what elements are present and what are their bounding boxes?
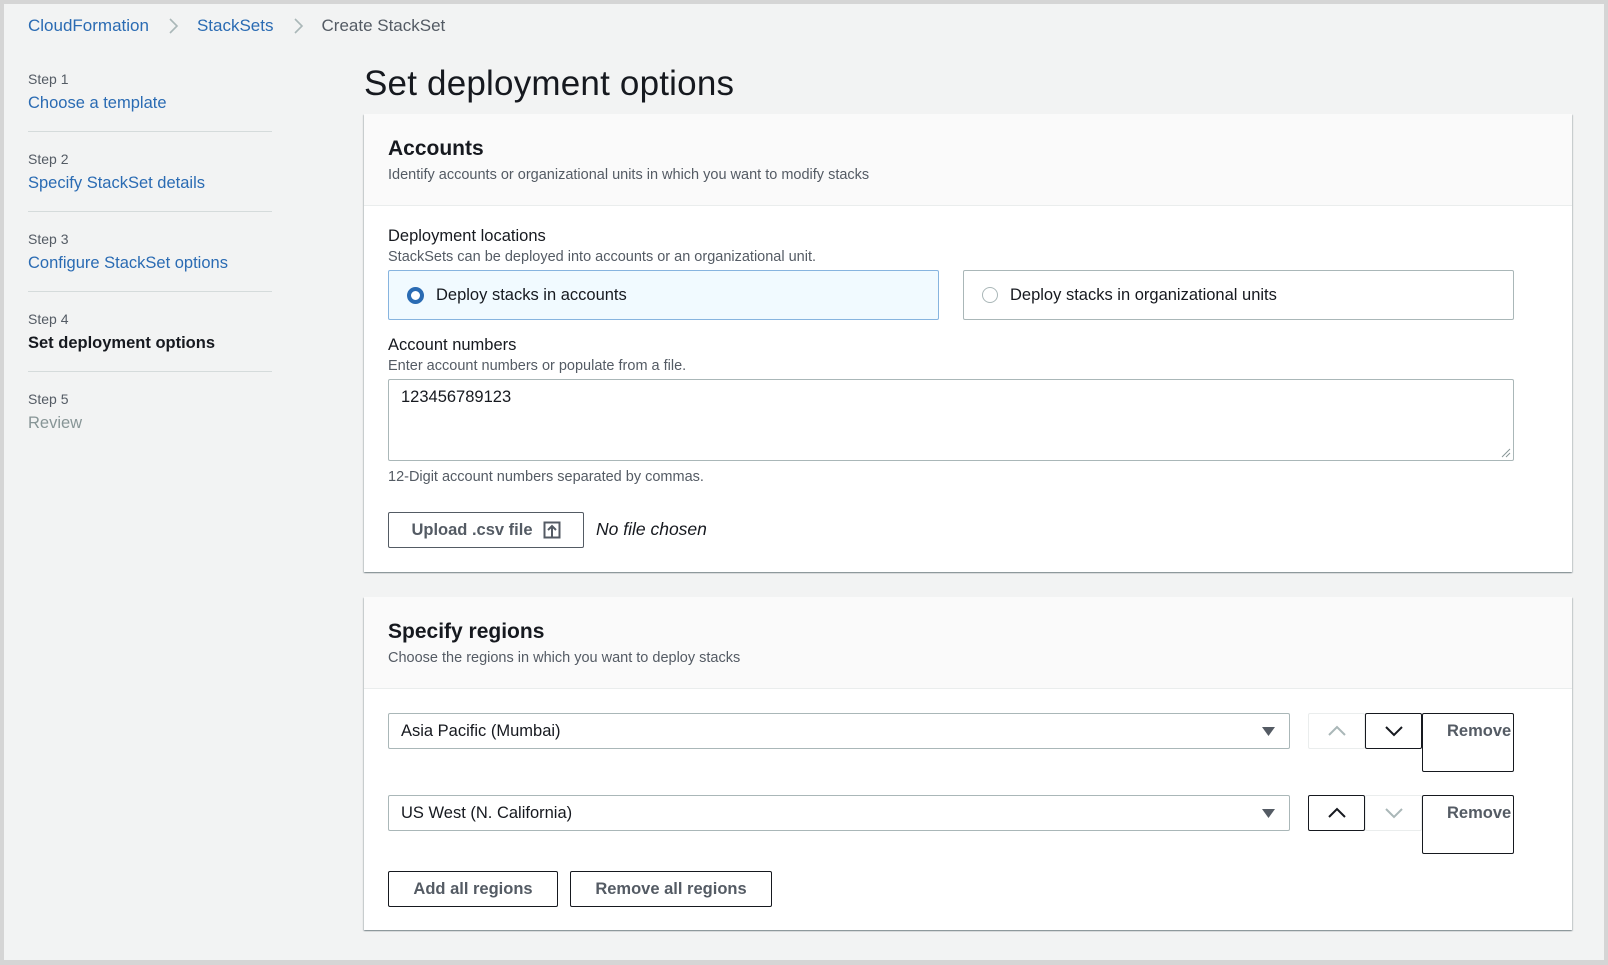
move-up-button[interactable] xyxy=(1308,795,1365,831)
deployment-locations-label: Deployment locations xyxy=(388,227,546,245)
wizard-step-4: Step 4 Set deployment options xyxy=(28,310,272,372)
option-label: Deploy stacks in accounts xyxy=(436,285,627,304)
caret-down-icon xyxy=(1262,809,1275,818)
move-down-button[interactable] xyxy=(1365,713,1422,749)
radio-selected-icon[interactable] xyxy=(407,286,424,304)
remove-all-regions-button[interactable]: Remove all regions xyxy=(570,871,772,907)
move-up-button[interactable] xyxy=(1308,713,1365,749)
region-select-value: US West (N. California) xyxy=(401,803,573,822)
step-number: Step 4 xyxy=(28,311,69,327)
chevron-up-icon xyxy=(1327,807,1346,818)
accounts-panel-body: Deployment locations StackSets can be de… xyxy=(364,206,1572,572)
accounts-title: Accounts xyxy=(388,137,484,160)
account-numbers-value: 123456789123 xyxy=(401,388,512,406)
step-review: Review xyxy=(28,414,83,432)
add-all-regions-button[interactable]: Add all regions xyxy=(388,871,558,907)
step-number: Step 2 xyxy=(28,151,69,167)
wizard-step-3: Step 3 Configure StackSet options xyxy=(28,230,272,292)
regions-panel: Specify regions Choose the regions in wh… xyxy=(364,597,1572,930)
step-link-configure-options[interactable]: Configure StackSet options xyxy=(28,252,272,274)
caret-down-icon xyxy=(1262,727,1275,736)
step-number: Step 5 xyxy=(28,391,69,407)
wizard-steps: Step 1 Choose a template Step 2 Specify … xyxy=(28,70,272,469)
accounts-panel: Accounts Identify accounts or organizati… xyxy=(364,114,1572,572)
step-link-choose-template[interactable]: Choose a template xyxy=(28,92,272,114)
regions-panel-body: Asia Pacific (Mumbai) Remove US West (N.… xyxy=(364,689,1572,930)
remove-region-button[interactable]: Remove xyxy=(1422,713,1514,772)
accounts-panel-header: Accounts Identify accounts or organizati… xyxy=(364,114,1572,206)
option-deploy-in-accounts[interactable]: Deploy stacks in accounts xyxy=(388,270,939,320)
chevron-up-icon xyxy=(1327,725,1346,736)
regions-panel-header: Specify regions Choose the regions in wh… xyxy=(364,597,1572,689)
breadcrumb: CloudFormation StackSets Create StackSet xyxy=(28,16,445,36)
resize-grip-icon[interactable] xyxy=(1501,448,1511,458)
breadcrumb-current: Create StackSet xyxy=(321,16,446,35)
wizard-step-1: Step 1 Choose a template xyxy=(28,70,272,132)
region-select[interactable]: US West (N. California) xyxy=(388,795,1290,831)
chevron-down-icon xyxy=(1384,808,1403,819)
step-current-deployment-options: Set deployment options xyxy=(28,334,216,352)
account-numbers-hint: 12-Digit account numbers separated by co… xyxy=(388,469,704,485)
page-title: Set deployment options xyxy=(364,64,735,103)
chevron-down-icon xyxy=(1384,726,1403,737)
account-numbers-label: Account numbers xyxy=(388,336,517,354)
accounts-description: Identify accounts or organizational unit… xyxy=(388,167,870,183)
step-number: Step 1 xyxy=(28,71,69,87)
account-numbers-textarea[interactable]: 123456789123 xyxy=(388,379,1514,461)
radio-unselected-icon[interactable] xyxy=(982,287,998,303)
page-frame: CloudFormation StackSets Create StackSet… xyxy=(4,4,1604,960)
chevron-right-icon xyxy=(165,16,183,36)
move-down-button[interactable] xyxy=(1365,795,1422,831)
chevron-right-icon xyxy=(290,16,308,36)
upload-csv-button[interactable]: Upload .csv file xyxy=(388,512,584,548)
regions-title: Specify regions xyxy=(388,620,545,643)
account-numbers-description: Enter account numbers or populate from a… xyxy=(388,358,687,374)
wizard-step-2: Step 2 Specify StackSet details xyxy=(28,150,272,212)
upload-csv-label: Upload .csv file xyxy=(411,520,533,539)
step-link-specify-details[interactable]: Specify StackSet details xyxy=(28,172,272,194)
region-select-value: Asia Pacific (Mumbai) xyxy=(401,721,561,740)
file-status: No file chosen xyxy=(596,519,707,539)
breadcrumb-cloudformation[interactable]: CloudFormation xyxy=(28,16,149,36)
deployment-locations-description: StackSets can be deployed into accounts … xyxy=(388,249,817,265)
upload-icon xyxy=(543,521,561,539)
wizard-step-5: Step 5 Review xyxy=(28,390,272,451)
breadcrumb-stacksets[interactable]: StackSets xyxy=(197,16,274,36)
option-deploy-in-org-units[interactable]: Deploy stacks in organizational units xyxy=(963,270,1514,320)
step-number: Step 3 xyxy=(28,231,69,247)
remove-region-button[interactable]: Remove xyxy=(1422,795,1514,854)
option-label: Deploy stacks in organizational units xyxy=(1010,285,1277,304)
regions-description: Choose the regions in which you want to … xyxy=(388,650,741,666)
region-select[interactable]: Asia Pacific (Mumbai) xyxy=(388,713,1290,749)
